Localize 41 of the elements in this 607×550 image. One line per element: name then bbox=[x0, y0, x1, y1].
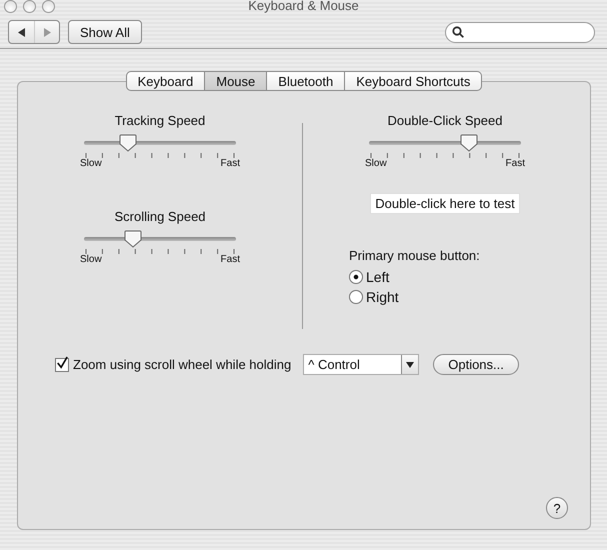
slider-min-label: Slow bbox=[80, 254, 102, 265]
slider-max-label: Fast bbox=[220, 254, 240, 265]
slider-track[interactable] bbox=[84, 134, 236, 152]
options-button[interactable]: Options... bbox=[433, 354, 519, 375]
checkbox-label: Zoom using scroll wheel while holding bbox=[73, 357, 292, 372]
search-field[interactable] bbox=[445, 22, 595, 42]
tab[interactable]: Mouse bbox=[205, 71, 268, 91]
slider-title: Scrolling Speed bbox=[114, 209, 206, 224]
primary-button-label: Primary mouse button: bbox=[349, 248, 480, 263]
slider-title: Double-Click Speed bbox=[388, 113, 502, 128]
radio-label: Right bbox=[366, 289, 399, 305]
slider-min-label: Slow bbox=[365, 158, 387, 169]
checkmark-icon bbox=[56, 356, 68, 370]
slider-title: Tracking Speed bbox=[114, 113, 206, 128]
slider-track[interactable] bbox=[369, 134, 521, 152]
window-control-button[interactable] bbox=[4, 0, 17, 13]
radio-button[interactable] bbox=[349, 270, 363, 284]
slider-thumb[interactable] bbox=[118, 134, 137, 152]
tab[interactable]: Keyboard bbox=[126, 71, 206, 91]
back-icon bbox=[18, 28, 26, 36]
tab[interactable]: Keyboard Shortcuts bbox=[345, 71, 482, 91]
dropdown-arrow-icon bbox=[406, 362, 414, 368]
test-field[interactable]: Double-click here to test bbox=[370, 193, 520, 214]
window-control-button[interactable] bbox=[23, 0, 36, 13]
checkbox[interactable] bbox=[55, 358, 69, 372]
show-all-button[interactable]: Show All bbox=[68, 20, 142, 44]
slider-thumb[interactable] bbox=[124, 230, 142, 248]
search-icon bbox=[452, 26, 464, 38]
window-control-button[interactable] bbox=[42, 0, 55, 13]
modifier-dropdown[interactable]: ^ Control bbox=[303, 354, 420, 375]
window-title: Keyboard & Mouse bbox=[248, 0, 359, 13]
slider-max-label: Fast bbox=[220, 158, 240, 169]
slider-max-label: Fast bbox=[506, 158, 525, 169]
slider-thumb[interactable] bbox=[460, 134, 478, 152]
forward-icon bbox=[43, 28, 51, 36]
tab[interactable]: Bluetooth bbox=[267, 71, 346, 91]
slider-min-label: Slow bbox=[80, 158, 102, 169]
radio-button[interactable] bbox=[349, 290, 363, 304]
help-button[interactable]: ? bbox=[546, 497, 568, 519]
slider-track[interactable] bbox=[84, 230, 236, 248]
radio-label: Left bbox=[366, 269, 390, 285]
